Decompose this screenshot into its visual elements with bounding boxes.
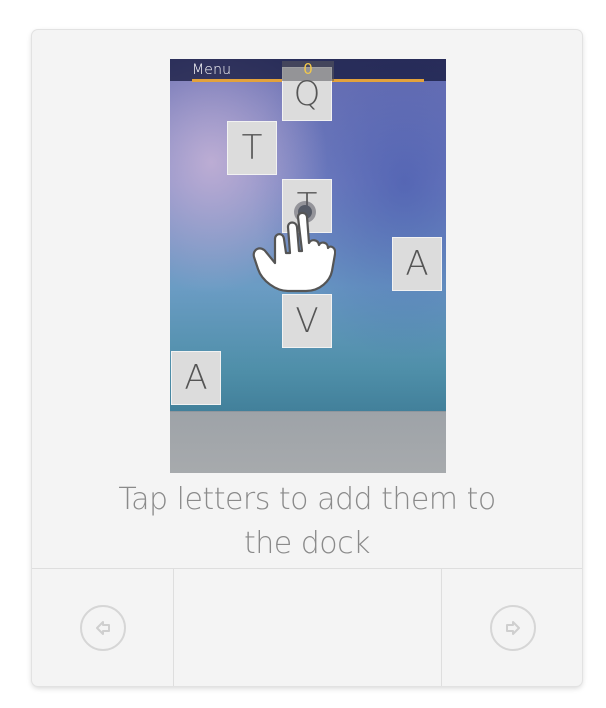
- caption-line-2: the dock: [243, 526, 371, 561]
- game-screenshot: Menu QTTAVA 0: [170, 59, 446, 473]
- letter-tile-t[interactable]: T: [227, 121, 277, 175]
- letter-tile-a[interactable]: A: [392, 237, 442, 291]
- footer-divider-left: [173, 569, 174, 686]
- score-value: 0: [303, 60, 313, 78]
- tutorial-card: Menu QTTAVA 0 Tap letters to add them to…: [32, 30, 582, 686]
- tap-hand-icon: [252, 201, 336, 293]
- footer-divider-right: [441, 569, 442, 686]
- footer-nav: [32, 568, 582, 686]
- next-button[interactable]: [490, 605, 536, 651]
- menu-button[interactable]: Menu: [192, 62, 231, 78]
- back-button[interactable]: [80, 605, 126, 651]
- letter-tile-v[interactable]: V: [282, 294, 332, 348]
- arrow-left-circle-icon: [96, 621, 110, 635]
- letter-dock[interactable]: [170, 411, 446, 473]
- letter-tile-a[interactable]: A: [171, 351, 221, 405]
- score-box: 0: [282, 60, 334, 81]
- tutorial-caption: Tap letters to add them to the dock: [92, 478, 522, 566]
- caption-line-1: Tap letters to add them to: [118, 482, 496, 517]
- arrow-right-circle-icon: [506, 621, 520, 635]
